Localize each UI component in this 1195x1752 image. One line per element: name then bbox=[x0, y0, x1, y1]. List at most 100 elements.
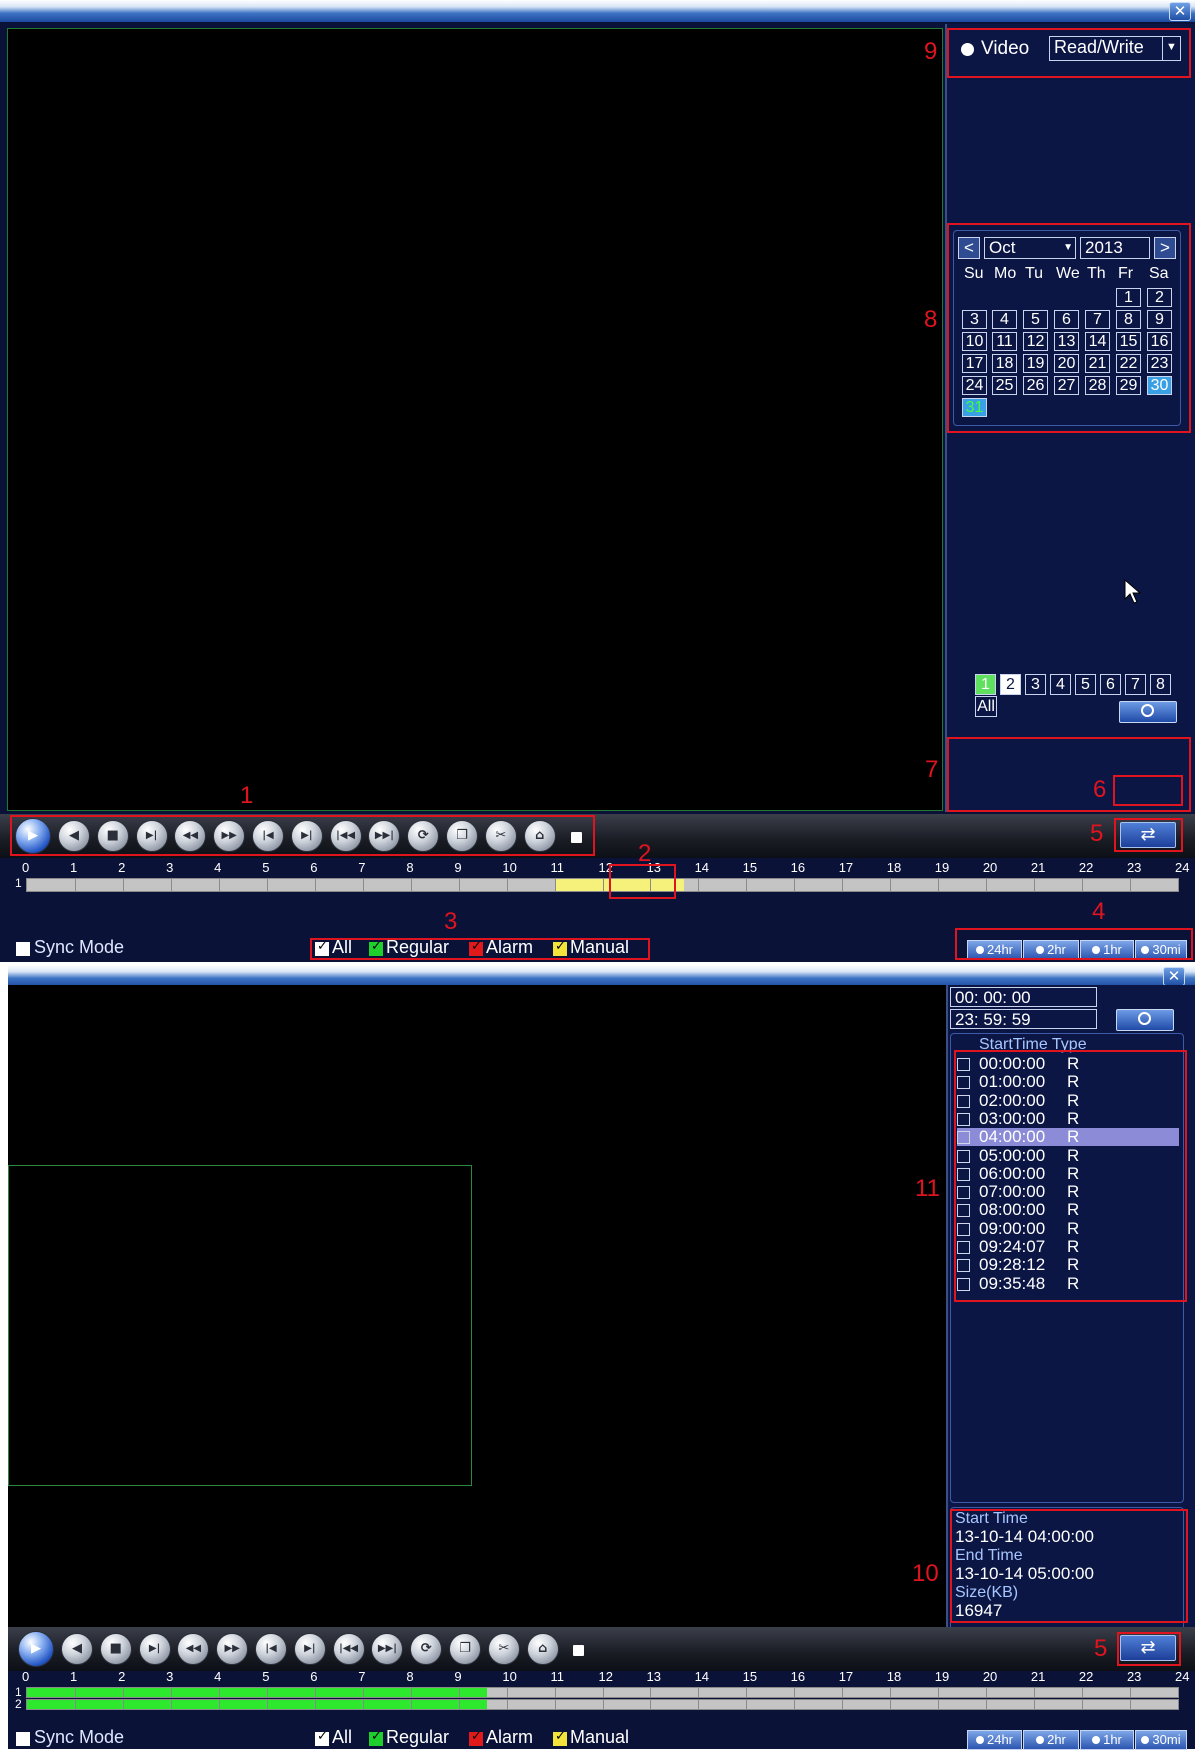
search-button[interactable] bbox=[1116, 1009, 1174, 1031]
file-checkbox[interactable] bbox=[957, 1167, 970, 1181]
file-list-item[interactable]: 02:00:00 R bbox=[957, 1091, 1179, 1110]
calendar-day[interactable]: 31 bbox=[962, 398, 987, 417]
fullscreen-button[interactable]: ❐ bbox=[449, 1633, 481, 1665]
backup-button[interactable]: ⌂ bbox=[523, 820, 556, 852]
legend-alarm-checkbox[interactable]: ✓ bbox=[469, 939, 483, 956]
zoom-1hr-button[interactable]: 1hr bbox=[1080, 940, 1134, 960]
file-checkbox[interactable] bbox=[957, 1112, 970, 1126]
timeline-track[interactable] bbox=[26, 1687, 1179, 1698]
calendar-day[interactable]: 16 bbox=[1147, 332, 1172, 351]
calendar-day[interactable]: 5 bbox=[1023, 310, 1048, 329]
calendar-day[interactable]: 9 bbox=[1147, 310, 1172, 329]
next-month-button[interactable]: > bbox=[1154, 237, 1176, 259]
calendar-day[interactable]: 29 bbox=[1116, 376, 1141, 395]
all-channels-button[interactable]: All bbox=[975, 696, 997, 717]
calendar-day[interactable]: 19 bbox=[1023, 354, 1048, 373]
reverse-play-button[interactable]: ◀ bbox=[61, 1633, 93, 1665]
file-checkbox[interactable] bbox=[957, 1186, 970, 1200]
calendar-day[interactable]: 4 bbox=[992, 310, 1017, 329]
calendar-day[interactable]: 15 bbox=[1116, 332, 1141, 351]
calendar-day[interactable]: 12 bbox=[1023, 332, 1048, 351]
calendar-day[interactable]: 1 bbox=[1116, 288, 1141, 307]
calendar-day[interactable]: 7 bbox=[1085, 310, 1110, 329]
channel-3-button[interactable]: 3 bbox=[1025, 674, 1046, 695]
timeline[interactable]: 0 1 2 3 4 5 6 7 8 9 10 11 12 13 14 15 16 17 18 19 20 21 22 23 24… bbox=[0, 860, 1195, 910]
sync-button[interactable]: ⇄ bbox=[1120, 1635, 1176, 1661]
timeline[interactable]: 0 1 2 3 4 5 6 7 8 9 10 11 12 13 14 15 16 17 18 19 20 21 22 23 24… bbox=[0, 1669, 1195, 1719]
zoom-24hr-button[interactable]: 24hr bbox=[967, 1730, 1022, 1750]
file-list-item[interactable]: 09:00:00 R bbox=[957, 1219, 1179, 1238]
file-list-item[interactable]: 01:00:00 R bbox=[957, 1073, 1179, 1091]
calendar-day[interactable]: 13 bbox=[1054, 332, 1079, 351]
channel-1-button[interactable]: 1 bbox=[975, 674, 996, 695]
calendar-day[interactable]: 2 bbox=[1147, 288, 1172, 307]
search-button[interactable] bbox=[1119, 701, 1177, 723]
calendar-day[interactable]: 20 bbox=[1054, 354, 1079, 373]
file-checkbox[interactable] bbox=[957, 1222, 970, 1236]
calendar-day[interactable]: 11 bbox=[992, 332, 1017, 351]
sync-button[interactable]: ⇄ bbox=[1120, 822, 1176, 848]
video-display[interactable] bbox=[7, 28, 943, 811]
next-frame-button[interactable]: ▶| bbox=[293, 1633, 326, 1665]
file-list-item[interactable]: 09:24:07 R bbox=[957, 1238, 1179, 1256]
sync-mode-checkbox[interactable] bbox=[16, 1732, 30, 1746]
file-list-item[interactable]: 06:00:00 R bbox=[957, 1164, 1179, 1183]
stop-button[interactable]: ■ bbox=[96, 820, 129, 852]
video-display[interactable] bbox=[8, 985, 946, 1645]
video-radio[interactable] bbox=[961, 43, 974, 56]
calendar-day[interactable]: 8 bbox=[1116, 310, 1141, 329]
timeline-track[interactable] bbox=[26, 1699, 1179, 1710]
prev-file-button[interactable]: |◀◀ bbox=[329, 820, 362, 852]
month-select[interactable]: Oct ▼ bbox=[984, 237, 1076, 259]
channel-7-button[interactable]: 7 bbox=[1125, 674, 1146, 695]
slow-play-button[interactable]: ◀◀ bbox=[174, 820, 207, 852]
file-checkbox[interactable] bbox=[957, 1277, 970, 1291]
legend-alarm-checkbox[interactable]: ✓ bbox=[469, 1729, 483, 1746]
calendar-day[interactable]: 28 bbox=[1085, 376, 1110, 395]
next-file-button[interactable]: ▶▶| bbox=[371, 1633, 404, 1665]
stop-button[interactable]: ■ bbox=[99, 1633, 132, 1665]
clip-button[interactable]: ✂ bbox=[487, 1633, 520, 1665]
calendar-day[interactable]: 3 bbox=[962, 310, 987, 329]
file-list-item[interactable]: 07:00:00 R bbox=[957, 1183, 1179, 1201]
channel-4-button[interactable]: 4 bbox=[1050, 674, 1071, 695]
legend-manual-checkbox[interactable]: ✓ bbox=[553, 939, 567, 956]
calendar-day[interactable]: 24 bbox=[962, 376, 987, 395]
legend-manual-checkbox[interactable]: ✓ bbox=[553, 1729, 567, 1746]
zoom-2hr-button[interactable]: 2hr bbox=[1023, 1730, 1079, 1750]
step-forward-button[interactable]: ▶| bbox=[135, 820, 168, 852]
file-checkbox[interactable] bbox=[957, 1241, 970, 1254]
zoom-30mi-button[interactable]: 30mi bbox=[1135, 940, 1187, 960]
prev-frame-button[interactable]: |◀ bbox=[255, 1633, 287, 1665]
zoom-1hr-button[interactable]: 1hr bbox=[1080, 1730, 1134, 1750]
file-list-item[interactable]: 08:00:00 R bbox=[957, 1201, 1179, 1219]
sync-mode-checkbox[interactable] bbox=[16, 942, 30, 956]
calendar-day[interactable]: 30 bbox=[1147, 376, 1172, 395]
year-input[interactable]: 2013 bbox=[1080, 237, 1150, 259]
slow-play-button[interactable]: ◀◀ bbox=[177, 1633, 210, 1665]
file-list-item[interactable]: 05:00:00 R bbox=[957, 1146, 1179, 1165]
channel-8-button[interactable]: 8 bbox=[1150, 674, 1171, 695]
file-checkbox[interactable] bbox=[957, 1259, 970, 1273]
close-button[interactable]: ✕ bbox=[1169, 2, 1191, 21]
calendar-day[interactable]: 21 bbox=[1085, 354, 1110, 373]
calendar-day[interactable]: 17 bbox=[962, 354, 987, 373]
calendar-day[interactable]: 26 bbox=[1023, 376, 1048, 395]
reverse-play-button[interactable]: ◀ bbox=[58, 820, 90, 852]
read-write-select[interactable]: Read/Write ▼ bbox=[1049, 36, 1181, 61]
file-list-item[interactable]: 03:00:00 R bbox=[957, 1109, 1179, 1128]
calendar-day[interactable]: 10 bbox=[962, 332, 987, 351]
file-checkbox[interactable] bbox=[957, 1204, 970, 1218]
file-checkbox[interactable] bbox=[957, 1094, 970, 1108]
end-time-input[interactable]: 23: 59: 59 bbox=[950, 1009, 1097, 1029]
prev-month-button[interactable]: < bbox=[958, 237, 980, 259]
backup-button[interactable]: ⌂ bbox=[526, 1633, 559, 1665]
legend-regular-checkbox[interactable]: ✓ bbox=[369, 1729, 383, 1746]
channel-5-button[interactable]: 5 bbox=[1075, 674, 1096, 695]
file-checkbox[interactable] bbox=[957, 1076, 970, 1090]
calendar-day[interactable]: 6 bbox=[1054, 310, 1079, 329]
file-list-item[interactable]: 04:00:00 R bbox=[957, 1128, 1179, 1147]
next-file-button[interactable]: ▶▶| bbox=[368, 820, 401, 852]
next-frame-button[interactable]: ▶| bbox=[290, 820, 323, 852]
start-time-input[interactable]: 00: 00: 00 bbox=[950, 987, 1097, 1007]
